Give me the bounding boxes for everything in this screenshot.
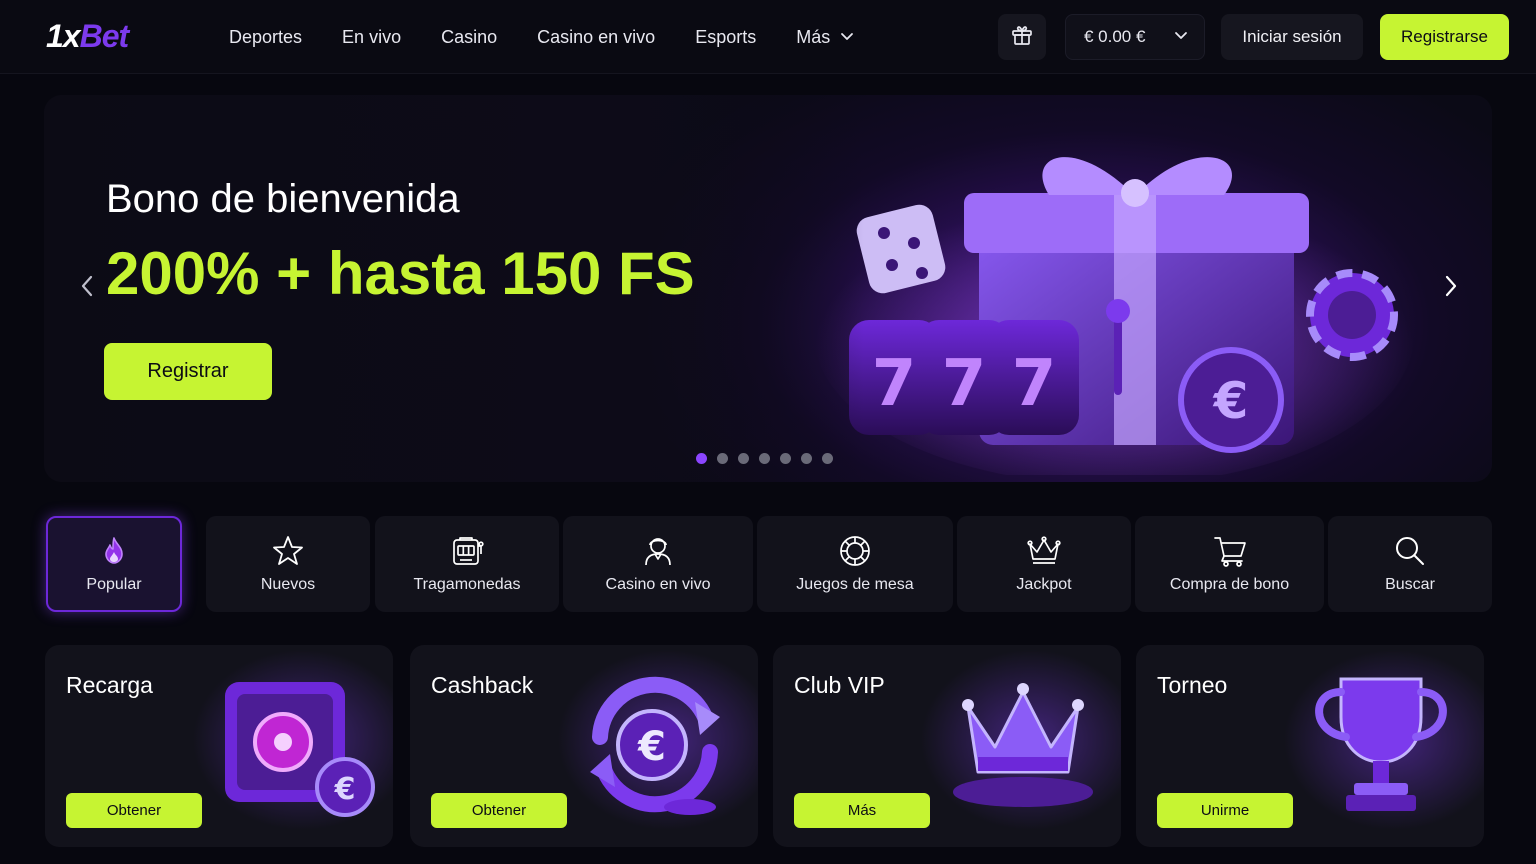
carousel-dot-5[interactable] bbox=[780, 453, 791, 464]
chevron-left-icon bbox=[79, 274, 95, 303]
main-nav: Deportes En vivo Casino Casino en vivo E… bbox=[229, 24, 854, 50]
balance-dropdown[interactable]: € 0.00 € bbox=[1065, 14, 1205, 60]
svg-text:€: € bbox=[334, 772, 356, 807]
promo-title: Recarga bbox=[66, 672, 153, 698]
nav-label: Esports bbox=[695, 27, 757, 47]
category-tragamonedas[interactable]: Tragamonedas bbox=[375, 516, 559, 612]
cart-icon bbox=[1212, 533, 1248, 569]
hero-title: Bono de bienvenida bbox=[106, 177, 460, 221]
category-label: Nuevos bbox=[260, 576, 316, 593]
svg-text:€: € bbox=[1213, 372, 1249, 430]
carousel-dot-2[interactable] bbox=[717, 453, 728, 464]
hero-banner: 7 7 7 € Bono de bienvenida 200% + hasta … bbox=[44, 95, 1492, 482]
category-compra-de-bono[interactable]: Compra de bono bbox=[1135, 516, 1324, 612]
nav-label: En vivo bbox=[342, 27, 402, 47]
register-button[interactable]: Registrarse bbox=[1380, 14, 1509, 60]
chevron-right-icon bbox=[1443, 274, 1459, 303]
category-label: Buscar bbox=[1385, 576, 1435, 593]
flame-icon bbox=[96, 533, 132, 569]
logo-part-2: Bet bbox=[79, 18, 130, 54]
category-label: Popular bbox=[86, 576, 142, 593]
promo-card-cashback[interactable]: € Cashback Obtener bbox=[410, 645, 758, 847]
nav-label: Deportes bbox=[229, 27, 303, 47]
category-label: Tragamonedas bbox=[413, 576, 521, 593]
category-casino-en-vivo[interactable]: Casino en vivo bbox=[563, 516, 753, 612]
nav-label: Casino bbox=[441, 27, 498, 47]
hero-subtitle: 200% + hasta 150 FS bbox=[106, 240, 695, 307]
promo-title: Torneo bbox=[1157, 672, 1228, 698]
gift-button[interactable] bbox=[998, 14, 1046, 60]
category-label: Casino en vivo bbox=[605, 576, 711, 593]
safe-icon: € bbox=[225, 682, 375, 817]
nav-casino-en-vivo[interactable]: Casino en vivo bbox=[537, 24, 655, 50]
gift-icon bbox=[1010, 23, 1034, 52]
nav-casino[interactable]: Casino bbox=[441, 24, 497, 50]
category-jackpot[interactable]: Jackpot bbox=[957, 516, 1131, 612]
hero-illustration: 7 7 7 € bbox=[814, 157, 1414, 475]
promo-title: Cashback bbox=[431, 672, 534, 698]
svg-text:7: 7 bbox=[1012, 347, 1057, 421]
top-header: 1xBet Deportes En vivo Casino Casino en … bbox=[0, 0, 1536, 74]
cashback-icon: € bbox=[590, 676, 720, 815]
hero-register-button[interactable]: Registrar bbox=[104, 343, 272, 400]
carousel-dot-4[interactable] bbox=[759, 453, 770, 464]
dealer-icon bbox=[640, 533, 676, 569]
promo-button[interactable]: Unirme bbox=[1157, 793, 1293, 828]
carousel-dot-1[interactable] bbox=[696, 453, 707, 464]
promo-button[interactable]: Obtener bbox=[431, 793, 567, 828]
login-button[interactable]: Iniciar sesión bbox=[1221, 14, 1363, 60]
svg-text:7: 7 bbox=[942, 347, 987, 421]
crown-icon bbox=[1026, 533, 1062, 569]
nav-label: Más bbox=[796, 27, 831, 47]
carousel-dot-7[interactable] bbox=[822, 453, 833, 464]
chevron-down-icon bbox=[1174, 28, 1188, 47]
category-label: Compra de bono bbox=[1169, 576, 1290, 593]
category-label: Jackpot bbox=[1016, 576, 1072, 593]
balance-value: € 0.00 € bbox=[1084, 27, 1146, 46]
slot-machine-icon bbox=[449, 533, 485, 569]
search-icon bbox=[1392, 533, 1428, 569]
category-label: Juegos de mesa bbox=[796, 576, 914, 593]
chevron-down-icon bbox=[840, 24, 854, 50]
promo-card-club-vip[interactable]: Club VIP Más bbox=[773, 645, 1121, 847]
category-bar: Popular Nuevos Tragamonedas Casino en vi… bbox=[0, 516, 1536, 612]
promo-title: Club VIP bbox=[794, 672, 885, 698]
carousel-next-button[interactable] bbox=[1436, 273, 1466, 303]
promo-button[interactable]: Más bbox=[794, 793, 930, 828]
promo-card-recarga[interactable]: € Recarga Obtener bbox=[45, 645, 393, 847]
trophy-icon bbox=[1315, 677, 1447, 811]
nav-en-vivo[interactable]: En vivo bbox=[342, 24, 401, 50]
category-nuevos[interactable]: Nuevos bbox=[206, 516, 370, 612]
carousel-dot-3[interactable] bbox=[738, 453, 749, 464]
svg-text:7: 7 bbox=[872, 347, 917, 421]
nav-esports[interactable]: Esports bbox=[695, 24, 756, 50]
promo-card-torneo[interactable]: Torneo Unirme bbox=[1136, 645, 1484, 847]
carousel-dot-6[interactable] bbox=[801, 453, 812, 464]
carousel-dots bbox=[696, 453, 833, 464]
logo-part-1: 1x bbox=[46, 18, 81, 54]
poker-chip-icon bbox=[837, 533, 873, 569]
category-juegos-de-mesa[interactable]: Juegos de mesa bbox=[757, 516, 953, 612]
nav-deportes[interactable]: Deportes bbox=[229, 24, 302, 50]
star-icon bbox=[270, 533, 306, 569]
logo[interactable]: 1xBet bbox=[46, 16, 130, 56]
crown-icon bbox=[953, 683, 1093, 807]
promo-button[interactable]: Obtener bbox=[66, 793, 202, 828]
category-popular[interactable]: Popular bbox=[46, 516, 182, 612]
category-buscar[interactable]: Buscar bbox=[1328, 516, 1492, 612]
svg-text:€: € bbox=[637, 724, 666, 770]
carousel-prev-button[interactable] bbox=[72, 273, 102, 303]
nav-label: Casino en vivo bbox=[537, 27, 656, 47]
nav-mas-dropdown[interactable]: Más bbox=[796, 24, 854, 50]
